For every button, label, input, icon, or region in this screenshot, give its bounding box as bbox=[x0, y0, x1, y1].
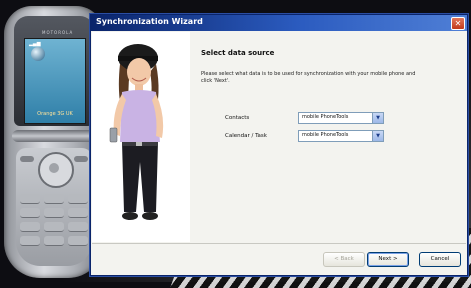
phone-lid: MOTOROLA ▂▄▆ Orange 3G UK bbox=[14, 16, 94, 126]
keypad-key bbox=[44, 222, 64, 232]
keypad-key bbox=[20, 194, 40, 204]
page-description: Please select what data is to be used fo… bbox=[201, 71, 416, 84]
keypad-key bbox=[68, 222, 88, 232]
calendar-task-label: Calendar / Task bbox=[225, 133, 267, 139]
phone-brand: MOTOROLA bbox=[42, 30, 74, 35]
keypad-key bbox=[68, 236, 88, 246]
cancel-button[interactable]: Cancel bbox=[419, 252, 461, 267]
woman-with-phone-illustration bbox=[109, 44, 164, 220]
window-titlebar[interactable]: Synchronization Wizard ✕ bbox=[91, 15, 467, 31]
wizard-content: Select data source Please select what da… bbox=[191, 32, 466, 242]
globe-icon bbox=[31, 47, 45, 61]
keypad-key bbox=[44, 194, 64, 204]
calendar-task-source-select[interactable]: mobile PhoneTools ▼ bbox=[298, 130, 384, 142]
keypad-key bbox=[68, 208, 88, 218]
footer-divider bbox=[92, 243, 466, 244]
carrier-name: Orange 3G UK bbox=[37, 111, 73, 117]
contacts-source-value: mobile PhoneTools bbox=[302, 114, 349, 120]
synchronization-wizard-window: Synchronization Wizard ✕ Select data sou… bbox=[90, 14, 468, 276]
keypad-key bbox=[68, 194, 88, 204]
soft-key-left bbox=[20, 156, 34, 162]
phone-keypad bbox=[16, 148, 92, 266]
contacts-label: Contacts bbox=[225, 115, 250, 121]
keypad-key bbox=[20, 236, 40, 246]
navigation-center-key bbox=[49, 163, 59, 173]
chevron-down-icon[interactable]: ▼ bbox=[372, 113, 383, 123]
chevron-down-icon[interactable]: ▼ bbox=[372, 131, 383, 141]
contacts-source-select[interactable]: mobile PhoneTools ▼ bbox=[298, 112, 384, 124]
soft-key-right bbox=[74, 156, 88, 162]
page-heading: Select data source bbox=[201, 49, 275, 57]
calendar-task-source-value: mobile PhoneTools bbox=[302, 132, 349, 138]
keypad-key bbox=[44, 236, 64, 246]
phone-device: MOTOROLA ▂▄▆ Orange 3G UK bbox=[4, 6, 104, 278]
next-button[interactable]: Next > bbox=[367, 252, 409, 267]
keypad-key bbox=[20, 208, 40, 218]
window-title: Synchronization Wizard bbox=[96, 17, 203, 26]
keypad-key bbox=[20, 222, 40, 232]
back-button[interactable]: < Back bbox=[323, 252, 365, 267]
phone-hinge bbox=[12, 130, 96, 142]
phone-screen: ▂▄▆ Orange 3G UK bbox=[24, 38, 86, 124]
close-icon[interactable]: ✕ bbox=[451, 17, 465, 30]
wizard-side-image bbox=[92, 32, 190, 242]
keypad-key bbox=[44, 208, 64, 218]
